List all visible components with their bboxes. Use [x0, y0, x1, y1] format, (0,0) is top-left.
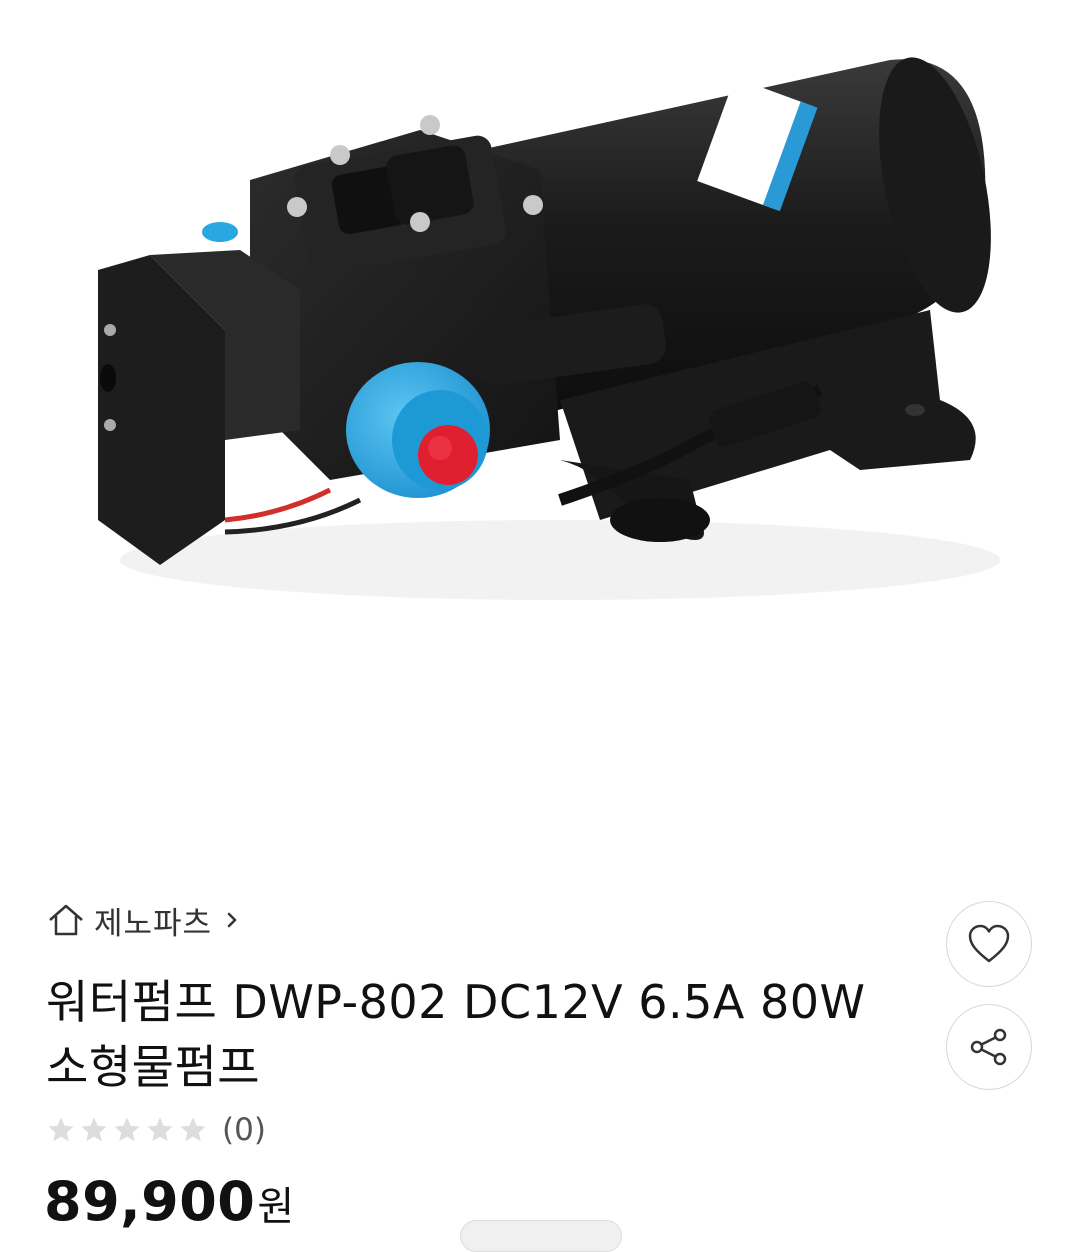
- price: 89,900 원: [44, 1170, 294, 1233]
- store-link[interactable]: 제노파츠: [46, 896, 240, 944]
- product-title: 워터펌프 DWP-802 DC12V 6.5A 80W 소형물펌프: [46, 975, 866, 1094]
- store-name: 제노파츠: [94, 905, 213, 942]
- star-rating: [46, 1115, 208, 1145]
- rating-row[interactable]: (0): [46, 1108, 266, 1152]
- price-currency: 원: [257, 1184, 295, 1230]
- heart-icon: [968, 924, 1010, 963]
- home-icon: [49, 904, 83, 936]
- star-empty-icon: [81, 1117, 107, 1142]
- star-empty-icon: [180, 1117, 206, 1142]
- bottom-sheet-handle[interactable]: [460, 1220, 622, 1252]
- star-empty-icon: [114, 1117, 140, 1142]
- share-button[interactable]: [946, 1004, 1032, 1090]
- water-pump-illustration: [98, 57, 1000, 600]
- chevron-right-icon: [227, 912, 237, 928]
- review-count: (0): [222, 1112, 266, 1148]
- price-value: 89,900: [44, 1170, 256, 1233]
- share-icon: [970, 1028, 1007, 1066]
- star-empty-icon: [48, 1117, 74, 1142]
- product-image[interactable]: [0, 0, 1079, 860]
- wishlist-button[interactable]: [946, 901, 1032, 987]
- star-empty-icon: [147, 1117, 173, 1142]
